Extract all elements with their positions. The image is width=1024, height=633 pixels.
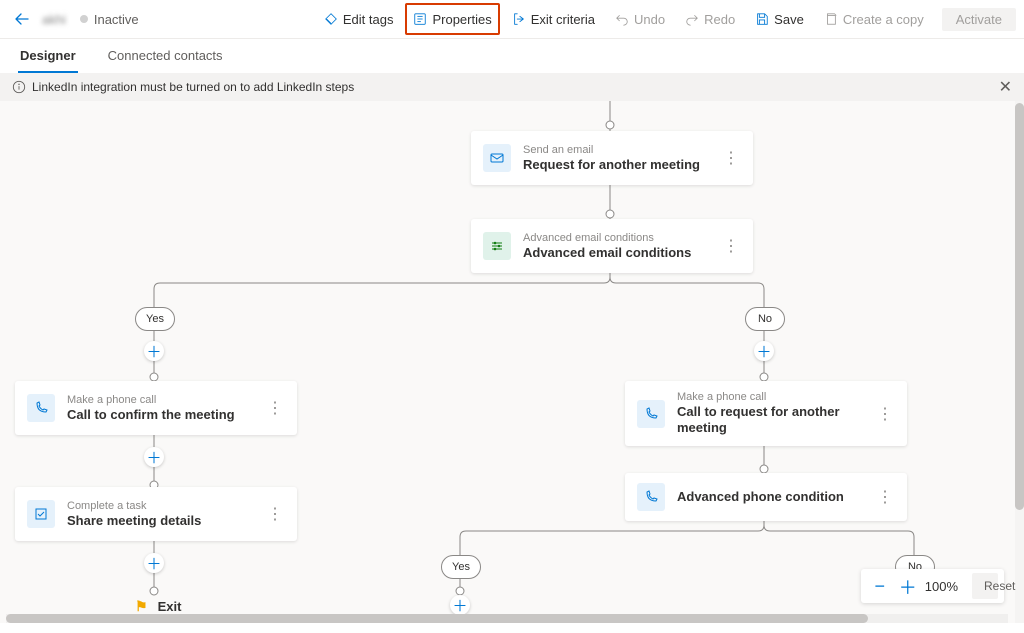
task-icon — [27, 500, 55, 528]
properties-button[interactable]: Properties — [405, 3, 499, 35]
tag-icon — [324, 12, 338, 26]
sequence-name: akhi — [42, 12, 66, 27]
branch-yes[interactable]: Yes — [135, 307, 175, 331]
top-header: akhi Inactive Edit tags Properties Exit … — [0, 0, 1024, 39]
activate-button[interactable]: Activate — [942, 8, 1016, 31]
node-menu-button[interactable]: ⋮ — [721, 236, 741, 256]
node-title: Call to confirm the meeting — [67, 407, 235, 423]
exit-criteria-label: Exit criteria — [531, 12, 595, 27]
redo-button[interactable]: Redo — [677, 5, 743, 33]
node-menu-button[interactable]: ⋮ — [721, 148, 741, 168]
edit-tags-label: Edit tags — [343, 12, 394, 27]
zoom-percent: 100% — [925, 579, 958, 594]
undo-button[interactable]: Undo — [607, 5, 673, 33]
notice-close-button[interactable]: ✕ — [999, 77, 1012, 97]
undo-icon — [615, 12, 629, 26]
designer-canvas[interactable]: Send an emailRequest for another meeting… — [0, 101, 1024, 623]
properties-label: Properties — [432, 12, 491, 27]
phone-icon — [637, 400, 665, 428]
vertical-scrollbar[interactable] — [1015, 101, 1024, 623]
node-title: Advanced email conditions — [523, 245, 691, 261]
node-request-call[interactable]: Make a phone callCall to request for ano… — [625, 381, 907, 446]
node-confirm-call[interactable]: Make a phone callCall to confirm the mee… — [15, 381, 297, 435]
status-dot-icon — [80, 15, 88, 23]
copy-icon — [824, 12, 838, 26]
save-button[interactable]: Save — [747, 5, 812, 33]
properties-icon — [413, 12, 427, 26]
status-label: Inactive — [94, 12, 139, 27]
notice-bar: LinkedIn integration must be turned on t… — [0, 73, 1024, 101]
undo-label: Undo — [634, 12, 665, 27]
flag-icon: ⚑ — [135, 598, 148, 615]
node-title: Call to request for another meeting — [677, 404, 875, 436]
arrow-left-icon — [14, 11, 30, 27]
node-subtitle: Make a phone call — [677, 391, 875, 404]
add-step-button[interactable]: ＋ — [144, 447, 164, 467]
save-icon — [755, 12, 769, 26]
exit-criteria-button[interactable]: Exit criteria — [504, 5, 603, 33]
add-step-button[interactable]: ＋ — [754, 341, 774, 361]
node-menu-button[interactable]: ⋮ — [265, 398, 285, 418]
horizontal-scrollbar[interactable] — [6, 614, 1008, 623]
phone-icon — [27, 394, 55, 422]
branch-yes[interactable]: Yes — [441, 555, 481, 579]
tab-designer[interactable]: Designer — [18, 42, 78, 73]
add-step-button[interactable]: ＋ — [144, 553, 164, 573]
create-copy-button[interactable]: Create a copy — [816, 5, 932, 33]
redo-label: Redo — [704, 12, 735, 27]
branch-no[interactable]: No — [745, 307, 785, 331]
exit-icon — [512, 12, 526, 26]
node-title: Advanced phone condition — [677, 489, 844, 505]
add-step-button[interactable]: ＋ — [144, 341, 164, 361]
zoom-control: − ＋ 100% Reset — [861, 569, 1004, 603]
zoom-reset-button[interactable]: Reset — [972, 573, 998, 599]
node-menu-button[interactable]: ⋮ — [875, 404, 895, 424]
tabs: Designer Connected contacts — [0, 39, 1024, 73]
edit-tags-button[interactable]: Edit tags — [316, 5, 402, 33]
node-subtitle: Advanced email conditions — [523, 232, 691, 245]
node-task[interactable]: Complete a taskShare meeting details ⋮ — [15, 487, 297, 541]
node-subtitle: Send an email — [523, 144, 700, 157]
node-subtitle: Make a phone call — [67, 394, 235, 407]
phone-icon — [637, 483, 665, 511]
redo-icon — [685, 12, 699, 26]
email-icon — [483, 144, 511, 172]
node-title: Share meeting details — [67, 513, 201, 529]
save-label: Save — [774, 12, 804, 27]
node-phone-condition[interactable]: Advanced phone condition ⋮ — [625, 473, 907, 521]
add-step-button[interactable]: ＋ — [450, 595, 470, 615]
node-email-conditions[interactable]: Advanced email conditionsAdvanced email … — [471, 219, 753, 273]
back-button[interactable] — [8, 5, 36, 33]
exit-node[interactable]: ⚑ Exit — [135, 598, 181, 615]
node-send-email[interactable]: Send an emailRequest for another meeting… — [471, 131, 753, 185]
tab-connected-contacts[interactable]: Connected contacts — [106, 42, 225, 73]
node-subtitle: Complete a task — [67, 500, 201, 513]
info-icon — [12, 80, 26, 94]
node-menu-button[interactable]: ⋮ — [265, 504, 285, 524]
node-title: Request for another meeting — [523, 157, 700, 173]
exit-label: Exit — [158, 599, 182, 614]
create-copy-label: Create a copy — [843, 12, 924, 27]
zoom-out-button[interactable]: − — [867, 573, 893, 599]
node-menu-button[interactable]: ⋮ — [875, 487, 895, 507]
condition-icon — [483, 232, 511, 260]
notice-text: LinkedIn integration must be turned on t… — [32, 80, 354, 94]
zoom-in-button[interactable]: ＋ — [893, 573, 919, 599]
